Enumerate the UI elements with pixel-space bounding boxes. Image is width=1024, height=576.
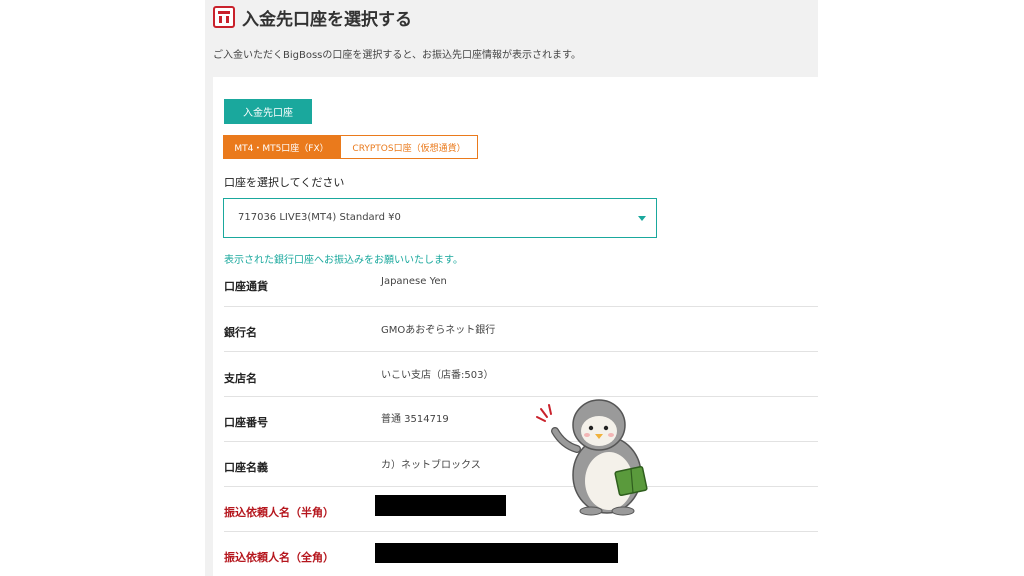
account-select[interactable]: 717036 LIVE3(MT4) Standard ¥0 — [223, 198, 657, 238]
row-label: 振込依頼人名（全角） — [224, 551, 334, 564]
redacted-value — [375, 543, 618, 563]
row-label: 口座名義 — [224, 461, 268, 474]
row-label: 銀行名 — [224, 326, 257, 339]
bank-info-row-bank-name: 銀行名 GMOあおぞらネット銀行 — [224, 306, 818, 352]
row-value: いこい支店（店番:503） — [381, 370, 494, 381]
account-select-label: 口座を選択してください — [224, 176, 345, 189]
bank-info-row-sender-halfwidth: 振込依頼人名（半角） — [224, 486, 818, 532]
row-value: 普通 3514719 — [381, 414, 449, 425]
page-description: ご入金いただくBigBossの口座を選択すると、お振込先口座情報が表示されます。 — [213, 50, 581, 61]
bank-info-row-currency: 口座通貨 Japanese Yen — [224, 261, 818, 307]
page-title: 入金先口座を選択する — [242, 10, 412, 30]
bank-info-row-account-holder: 口座名義 カ）ネットブロックス — [224, 441, 818, 487]
penguin-mascot-icon — [536, 399, 648, 516]
row-label: 口座通貨 — [224, 280, 268, 293]
bank-info-row-account-number: 口座番号 普通 3514719 — [224, 396, 818, 442]
redacted-value — [375, 495, 506, 516]
row-label: 振込依頼人名（半角） — [224, 506, 334, 519]
row-value: Japanese Yen — [381, 276, 447, 287]
tab-mt4-mt5[interactable]: MT4・MT5口座（FX） — [223, 135, 340, 159]
caret-down-icon — [638, 216, 646, 221]
tab-cryptos[interactable]: CRYPTOS口座（仮想通貨） — [340, 135, 478, 159]
deposit-account-section-button[interactable]: 入金先口座 — [224, 99, 312, 124]
bank-info-row-sender-fullwidth: 振込依頼人名（全角） — [224, 531, 818, 576]
row-value: GMOあおぞらネット銀行 — [381, 325, 496, 336]
bank-info-row-branch: 支店名 いこい支店（店番:503） — [224, 351, 818, 397]
row-value: カ）ネットブロックス — [381, 460, 481, 471]
row-label: 支店名 — [224, 372, 257, 385]
row-label: 口座番号 — [224, 416, 268, 429]
bank-icon — [213, 6, 235, 28]
account-select-value: 717036 LIVE3(MT4) Standard ¥0 — [238, 212, 401, 223]
